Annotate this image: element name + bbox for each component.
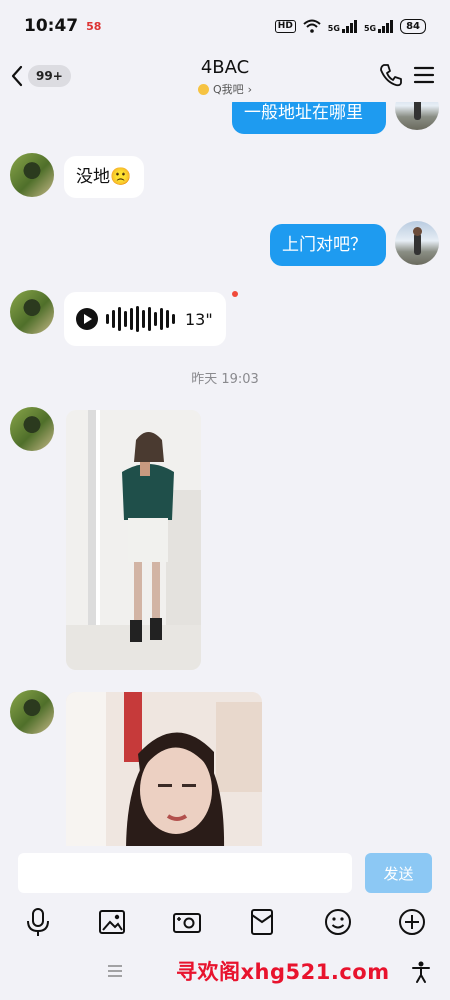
voice-duration: 13" [185,309,213,329]
photo-image [66,692,262,846]
wifi-icon [303,19,321,33]
composer: 发送 寻欢阁xhg521.com [0,846,450,1000]
contact-avatar[interactable] [10,153,54,197]
plus-icon [399,909,425,935]
signal-icon: 5G [327,19,357,33]
phone-icon [380,64,402,87]
image-message[interactable] [66,692,262,846]
system-menu-button[interactable] [106,962,124,980]
chat-subtitle[interactable]: Q我吧 › [197,82,253,97]
signal-icon: 5G [363,19,394,33]
emoji-button[interactable] [320,904,356,940]
chat-title: 4BAC [200,57,250,78]
system-nav-bar: 寻欢阁xhg521.com [0,944,450,1000]
contact-avatar[interactable] [10,290,54,334]
status-time: 10:47 [24,16,79,36]
accessibility-icon [412,961,430,983]
network-type-label: 5G [327,23,340,33]
watermark-text: 寻欢阁xhg521.com [176,960,390,984]
hd-icon: HD [274,19,296,33]
red-packet-icon [251,909,273,935]
microphone-icon [27,908,49,936]
camera-icon [173,913,201,933]
message-list[interactable]: 一般地址在哪里 没地🙁 上门对吧？ 13" 昨天 19:03 [0,102,450,846]
back-button[interactable]: 99+ [10,61,72,91]
chat-header: 99+ 4BAC Q我吧 › [0,52,450,102]
chat-title-block[interactable]: 4BAC Q我吧 › [150,56,300,99]
message-timestamp: 昨天 19:03 [191,372,259,387]
input-toolbar [0,904,450,944]
unread-count-badge: 99+ [28,65,71,87]
subtitle-text: Q我吧 [212,82,244,96]
voice-input-button[interactable] [20,904,56,940]
play-icon[interactable] [76,308,98,330]
message-bubble-outgoing[interactable]: 上门对吧？ [270,224,386,266]
self-avatar[interactable] [395,221,439,265]
red-packet-button[interactable] [244,904,280,940]
app-notification-badge: 58 [86,19,102,33]
emoji-icon [325,909,351,935]
accessibility-button[interactable] [410,960,432,984]
hamburger-icon [413,66,435,84]
message-input[interactable] [18,853,352,893]
menu-button[interactable] [412,62,436,88]
camera-button[interactable] [169,904,205,940]
message-bubble-outgoing[interactable]: 一般地址在哪里 [232,102,386,134]
status-bar: 10:47 58 HD 5G 5G 84 [0,0,450,52]
unread-dot [232,291,238,297]
send-button[interactable]: 发送 [365,853,432,893]
waveform-icon [106,305,175,333]
photo-image [66,410,201,670]
message-bubble-incoming[interactable]: 没地🙁 [64,156,144,198]
smile-icon [197,84,209,95]
image-icon [99,910,125,934]
gallery-button[interactable] [94,904,130,940]
contact-avatar[interactable] [10,690,54,734]
call-button[interactable] [378,62,404,88]
image-message[interactable] [66,410,201,670]
contact-avatar[interactable] [10,407,54,451]
voice-message-bubble[interactable]: 13" [64,292,226,346]
status-indicators: HD 5G 5G 84 [274,18,426,34]
battery-icon: 84 [400,18,426,34]
more-button[interactable] [394,904,430,940]
chevron-right-icon: › [247,82,253,96]
self-avatar[interactable] [395,102,439,130]
menu-lines-icon [108,965,122,977]
network-type-label: 5G [363,23,377,33]
chevron-left-icon [11,65,23,87]
